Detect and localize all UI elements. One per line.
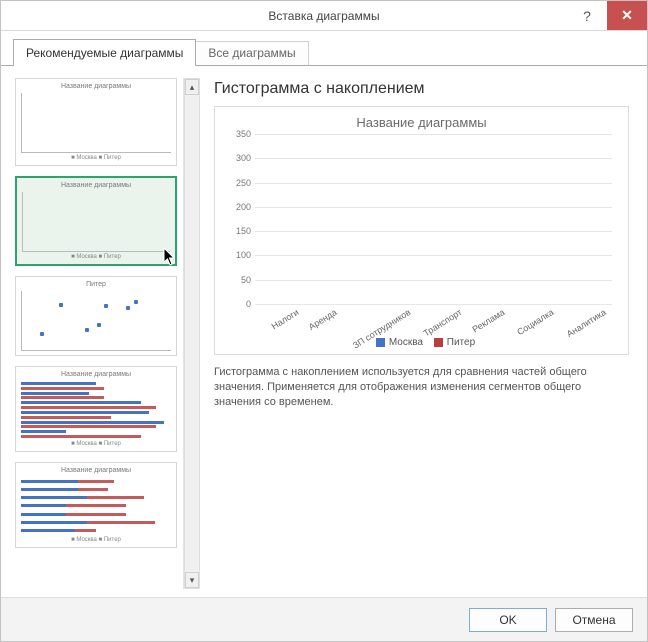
- chart-preview[interactable]: Название диаграммы 050100150200250300350…: [214, 106, 629, 355]
- chart-description: Гистограмма с накоплением используется д…: [214, 365, 629, 410]
- dialog-footer: OK Отмена: [1, 597, 647, 641]
- ok-button[interactable]: OK: [469, 608, 547, 632]
- thumb-legend: ■ Москва ■ Питер: [21, 155, 171, 161]
- tab-all[interactable]: Все диаграммы: [195, 41, 308, 66]
- thumbnail-scrollbar[interactable]: ▴ ▾: [184, 78, 200, 589]
- close-icon[interactable]: ✕: [607, 1, 647, 30]
- window-title: Вставка диаграммы: [1, 9, 647, 23]
- insert-chart-dialog: Вставка диаграммы ? ✕ Рекомендуемые диаг…: [0, 0, 648, 642]
- thumb-legend: ■ Москва ■ Питер: [22, 254, 170, 260]
- chart-preview-panel: Гистограмма с накоплением Название диагр…: [200, 78, 633, 589]
- chart-type-heading: Гистограмма с накоплением: [214, 80, 629, 98]
- thumb-clustered-bar[interactable]: Название диаграммы ■ Москва ■ Питер: [15, 366, 177, 452]
- thumb-plot: [22, 192, 170, 252]
- thumb-stacked-bar[interactable]: Название диаграммы ■ Москва ■ Питер: [15, 462, 177, 548]
- thumb-title: Название диаграммы: [22, 182, 170, 189]
- scroll-down-icon[interactable]: ▾: [185, 572, 199, 588]
- tabstrip: Рекомендуемые диаграммы Все диаграммы: [13, 31, 647, 66]
- chart-thumbnail-list[interactable]: Название диаграммы ■ Москва ■ Питер: [15, 78, 184, 589]
- thumb-stacked-column[interactable]: Название диаграммы ■ Москва ■ Питер: [15, 176, 177, 266]
- titlebar: Вставка диаграммы ? ✕: [1, 1, 647, 31]
- help-icon[interactable]: ?: [567, 1, 607, 30]
- thumb-title: Питер: [21, 281, 171, 288]
- thumb-legend: ■ Москва ■ Питер: [21, 537, 171, 543]
- thumb-title: Название диаграммы: [21, 467, 171, 474]
- thumb-plot: [21, 93, 171, 153]
- thumb-plot: [21, 381, 171, 439]
- thumb-legend: ■ Москва ■ Питер: [21, 441, 171, 447]
- chart-x-labels: НалогиАрендаЗП сотрудниковТранспортРекла…: [255, 304, 612, 337]
- chart-plot-area: 050100150200250300350: [255, 134, 612, 304]
- cancel-button[interactable]: Отмена: [555, 608, 633, 632]
- thumb-scatter[interactable]: Питер: [15, 276, 177, 356]
- thumb-title: Название диаграммы: [21, 371, 171, 378]
- scroll-up-icon[interactable]: ▴: [185, 79, 199, 95]
- chart-title: Название диаграммы: [225, 115, 618, 130]
- window-controls: ? ✕: [567, 1, 647, 30]
- tab-recommended[interactable]: Рекомендуемые диаграммы: [13, 39, 196, 66]
- thumb-plot: [21, 477, 171, 535]
- thumb-plot: [21, 291, 171, 351]
- dialog-body: Название диаграммы ■ Москва ■ Питер: [1, 66, 647, 597]
- cursor-icon: [163, 248, 177, 266]
- thumb-clustered-column[interactable]: Название диаграммы ■ Москва ■ Питер: [15, 78, 177, 166]
- chart-thumbnails-panel: Название диаграммы ■ Москва ■ Питер: [15, 78, 200, 589]
- thumb-title: Название диаграммы: [21, 83, 171, 90]
